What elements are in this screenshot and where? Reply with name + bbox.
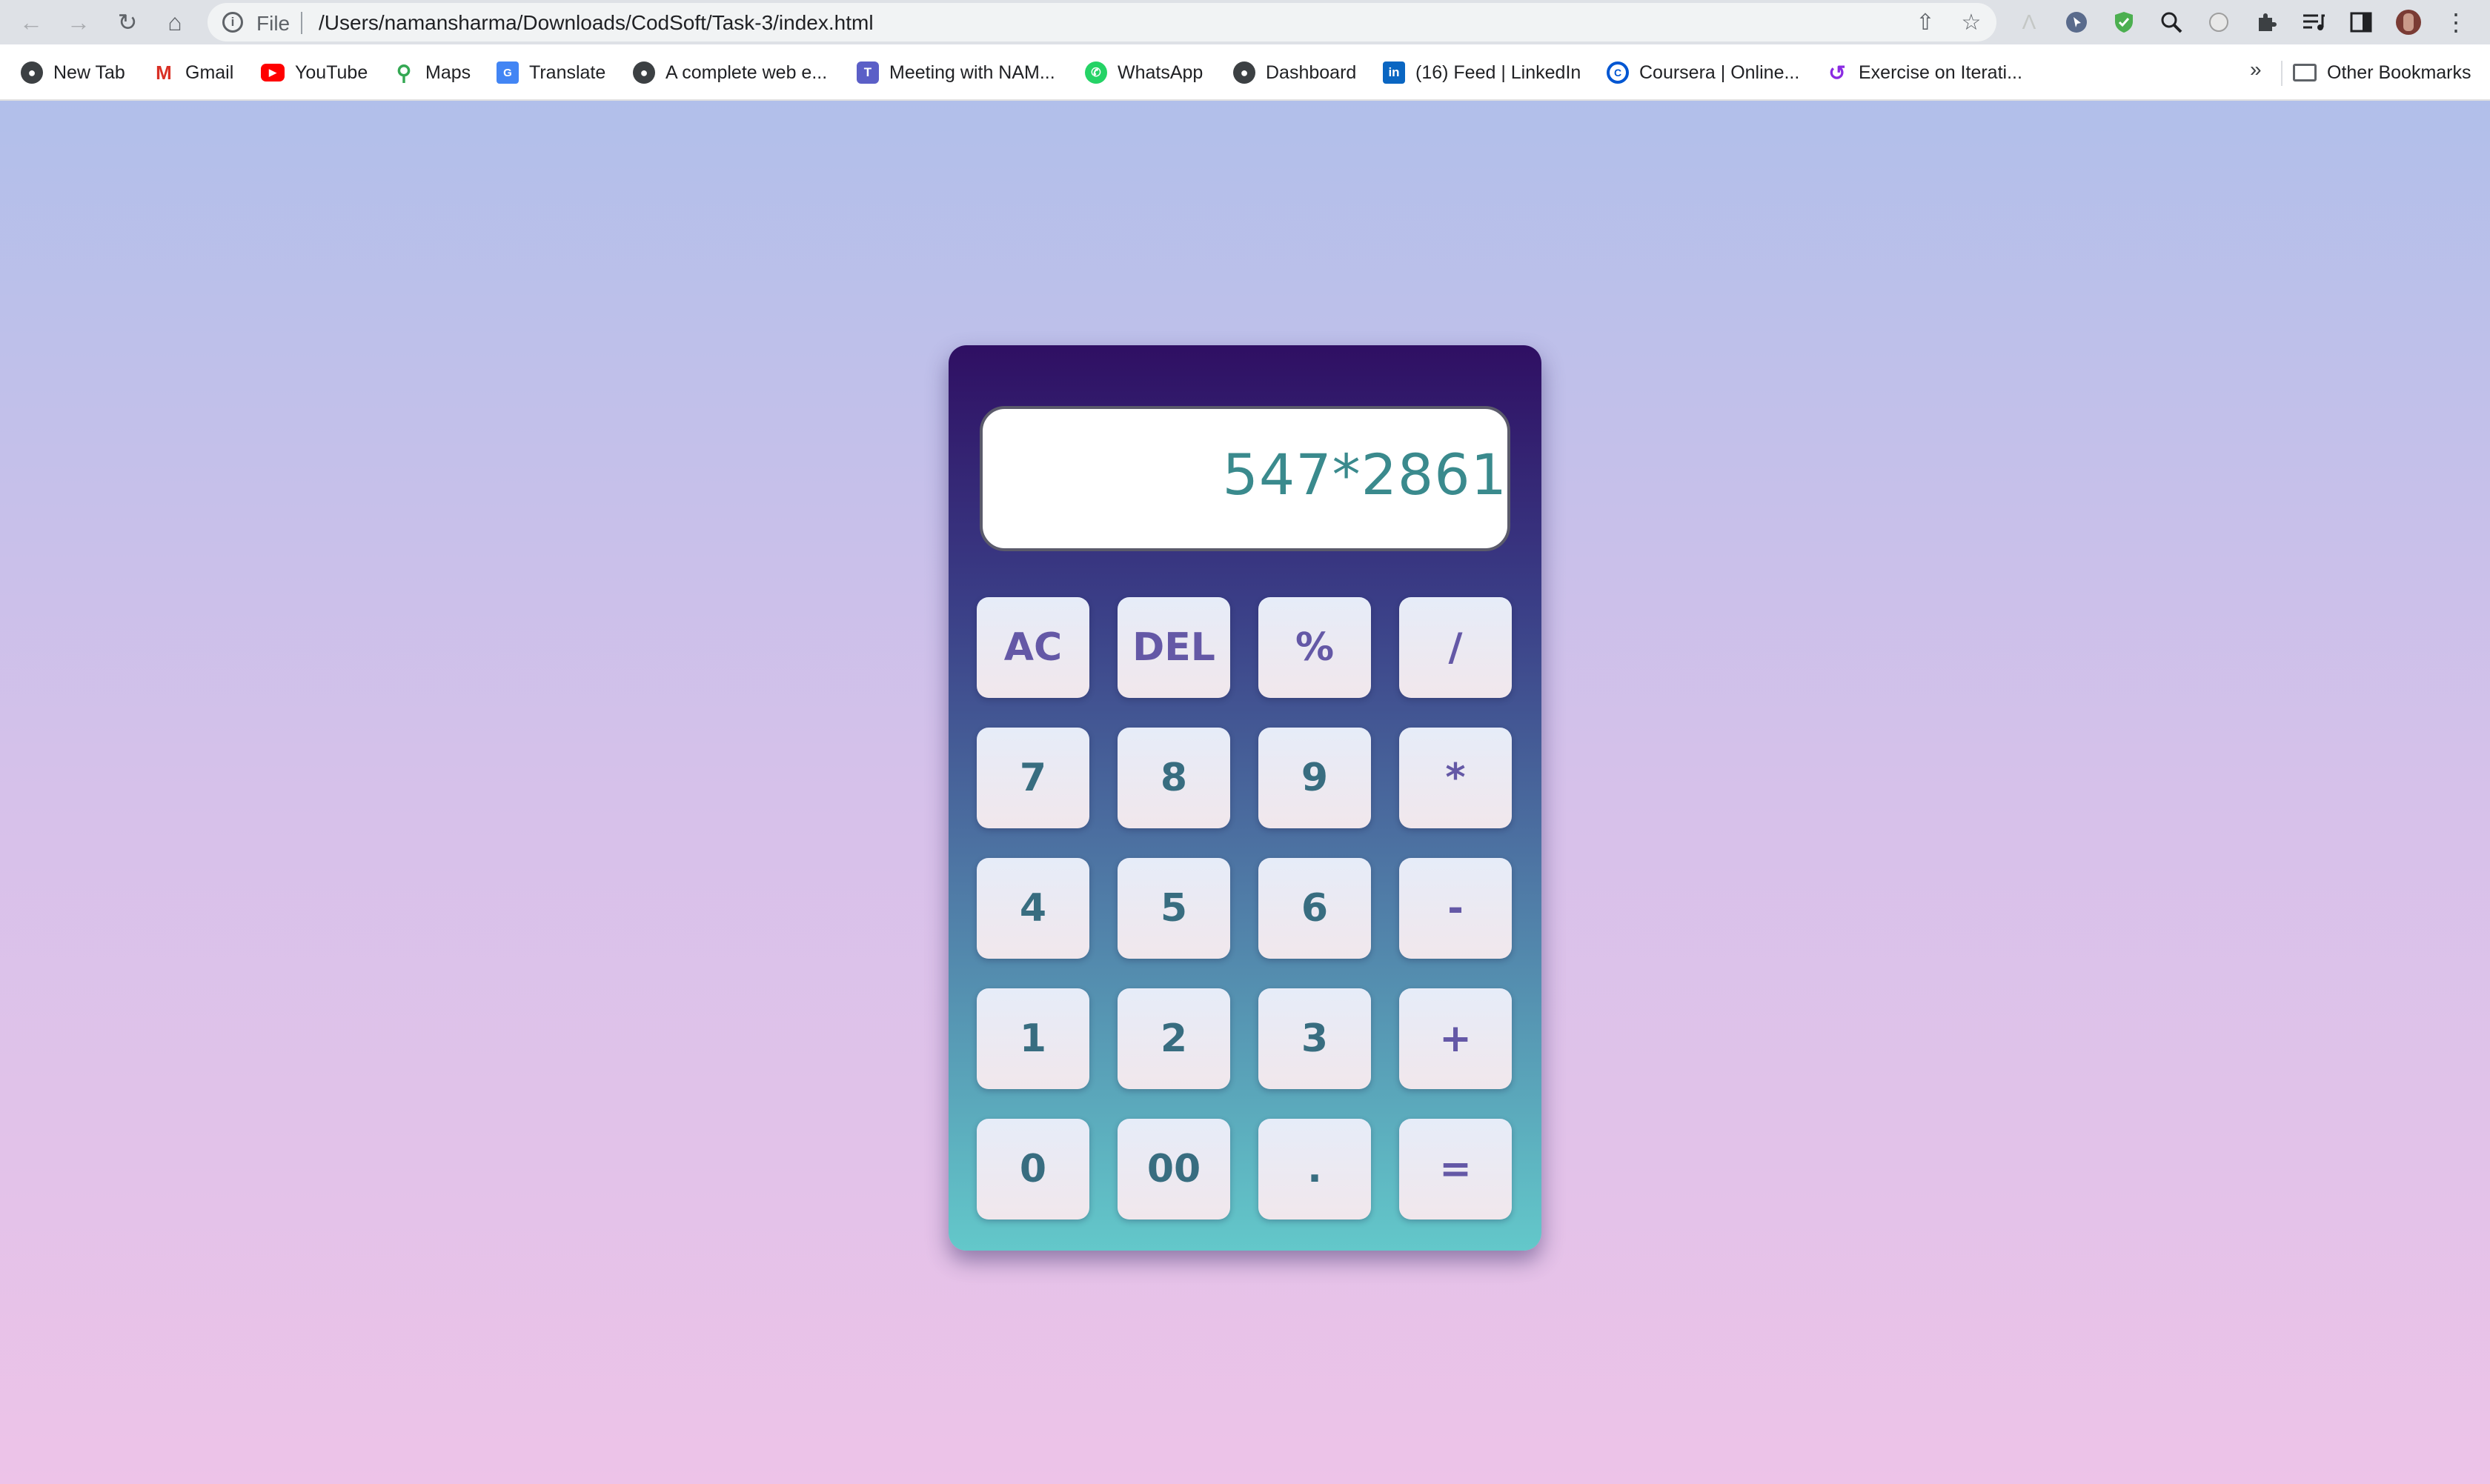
forward-arrow-icon[interactable]: → bbox=[62, 6, 95, 39]
bookmark-translate[interactable]: G Translate bbox=[497, 58, 605, 87]
bookmark-label: Coursera | Online... bbox=[1639, 61, 1800, 83]
url-scheme-label: File bbox=[256, 12, 290, 35]
bookmarks-bar: ● New Tab M Gmail ▶ YouTube ⚲ Maps G Tra… bbox=[0, 44, 2490, 101]
bookmark-label: New Tab bbox=[53, 61, 125, 83]
url-divider bbox=[301, 12, 302, 34]
extensions-puzzle-icon[interactable] bbox=[2253, 9, 2280, 36]
bookmark-label: A complete web e... bbox=[665, 61, 828, 83]
extension-cursor-icon[interactable] bbox=[2063, 9, 2090, 36]
extension-circle-icon[interactable] bbox=[2205, 9, 2232, 36]
equals-button[interactable]: = bbox=[1399, 1119, 1512, 1220]
browser-menu-icon[interactable]: ⋮ bbox=[2443, 9, 2469, 36]
exercise-icon: ↺ bbox=[1828, 61, 1846, 84]
digit-8-button[interactable]: 8 bbox=[1118, 728, 1230, 828]
multiply-button[interactable]: * bbox=[1399, 728, 1512, 828]
media-queue-icon[interactable] bbox=[2300, 9, 2327, 36]
digit-7-button[interactable]: 7 bbox=[977, 728, 1089, 828]
browser-toolbar: ← → ↻ ⌂ i File /Users/namansharma/Downlo… bbox=[0, 0, 2490, 44]
bookmark-maps[interactable]: ⚲ Maps bbox=[393, 58, 471, 87]
bookmark-label: Translate bbox=[529, 61, 606, 83]
bookmarks-divider bbox=[2281, 61, 2282, 86]
bookmark-gmail[interactable]: M Gmail bbox=[153, 58, 233, 87]
extension-a-icon[interactable]: Λ bbox=[2016, 9, 2042, 36]
decimal-point-button[interactable]: . bbox=[1258, 1119, 1371, 1220]
youtube-icon: ▶ bbox=[261, 64, 285, 81]
linkedin-icon: in bbox=[1383, 61, 1405, 84]
digit-3-button[interactable]: 3 bbox=[1258, 988, 1371, 1089]
globe-icon: ● bbox=[21, 61, 43, 84]
calculator-display: 547*2861 bbox=[980, 406, 1510, 551]
bookmark-exercise[interactable]: ↺ Exercise on Iterati... bbox=[1826, 58, 2022, 87]
subtract-button[interactable]: - bbox=[1399, 858, 1512, 959]
add-button[interactable]: + bbox=[1399, 988, 1512, 1089]
bookmark-label: WhatsApp bbox=[1118, 61, 1204, 83]
double-zero-button[interactable]: 00 bbox=[1118, 1119, 1230, 1220]
percent-button[interactable]: % bbox=[1258, 597, 1371, 698]
digit-9-button[interactable]: 9 bbox=[1258, 728, 1371, 828]
bookmark-dashboard[interactable]: ● Dashboard bbox=[1233, 58, 1356, 87]
display-value: 547*2861 bbox=[1222, 442, 1507, 508]
page-background: 547*2861 AC DEL % / 7 8 9 * 4 5 6 - 1 2 … bbox=[0, 101, 2490, 1484]
ac-button[interactable]: AC bbox=[977, 597, 1089, 698]
bookmark-youtube[interactable]: ▶ YouTube bbox=[261, 58, 368, 87]
digit-0-button[interactable]: 0 bbox=[977, 1119, 1089, 1220]
address-bar[interactable]: i File /Users/namansharma/Downloads/CodS… bbox=[208, 3, 1996, 41]
digit-5-button[interactable]: 5 bbox=[1118, 858, 1230, 959]
whatsapp-icon: ✆ bbox=[1085, 61, 1107, 84]
digit-1-button[interactable]: 1 bbox=[977, 988, 1089, 1089]
bookmark-label: Maps bbox=[425, 61, 471, 83]
back-arrow-icon[interactable]: ← bbox=[15, 6, 47, 39]
bookmark-label: Gmail bbox=[185, 61, 234, 83]
site-info-icon[interactable]: i bbox=[222, 12, 243, 33]
globe-icon: ● bbox=[1233, 61, 1255, 84]
shield-icon[interactable] bbox=[2111, 9, 2137, 36]
divide-button[interactable]: / bbox=[1399, 597, 1512, 698]
side-panel-icon[interactable] bbox=[2348, 9, 2374, 36]
bookmark-label: YouTube bbox=[295, 61, 368, 83]
maps-icon: ⚲ bbox=[396, 61, 412, 84]
bookmarks-overflow-button[interactable]: » bbox=[2250, 58, 2262, 81]
zoom-search-icon[interactable] bbox=[2158, 9, 2185, 36]
digit-6-button[interactable]: 6 bbox=[1258, 858, 1371, 959]
folder-icon bbox=[2293, 64, 2317, 81]
bookmark-meeting[interactable]: T Meeting with NAM... bbox=[857, 58, 1055, 87]
bookmark-linkedin[interactable]: in (16) Feed | LinkedIn bbox=[1383, 58, 1581, 87]
url-text[interactable]: /Users/namansharma/Downloads/CodSoft/Tas… bbox=[319, 11, 874, 35]
digit-2-button[interactable]: 2 bbox=[1118, 988, 1230, 1089]
bookmark-label: Exercise on Iterati... bbox=[1859, 61, 2022, 83]
digit-4-button[interactable]: 4 bbox=[977, 858, 1089, 959]
translate-icon: G bbox=[497, 61, 519, 84]
bookmark-whatsapp[interactable]: ✆ WhatsApp bbox=[1085, 58, 1203, 87]
coursera-icon: C bbox=[1607, 61, 1629, 84]
profile-avatar[interactable] bbox=[2395, 9, 2422, 36]
bookmark-label: Meeting with NAM... bbox=[889, 61, 1055, 83]
other-bookmarks[interactable]: Other Bookmarks bbox=[2293, 58, 2471, 87]
bookmark-label: (16) Feed | LinkedIn bbox=[1415, 61, 1581, 83]
bookmark-coursera[interactable]: C Coursera | Online... bbox=[1607, 58, 1799, 87]
calculator: 547*2861 AC DEL % / 7 8 9 * 4 5 6 - 1 2 … bbox=[949, 345, 1541, 1251]
bookmark-star-icon[interactable]: ☆ bbox=[1958, 9, 1985, 36]
bookmark-label: Dashboard bbox=[1266, 61, 1357, 83]
globe-icon: ● bbox=[633, 61, 655, 84]
bookmark-complete-web[interactable]: ● A complete web e... bbox=[633, 58, 827, 87]
gmail-icon: M bbox=[156, 61, 172, 84]
bookmark-new-tab[interactable]: ● New Tab bbox=[21, 58, 125, 87]
teams-icon: T bbox=[857, 61, 879, 84]
share-icon[interactable]: ⇧ bbox=[1912, 9, 1939, 36]
other-bookmarks-label: Other Bookmarks bbox=[2327, 61, 2471, 83]
del-button[interactable]: DEL bbox=[1118, 597, 1230, 698]
reload-icon[interactable]: ↻ bbox=[111, 6, 144, 39]
home-icon[interactable]: ⌂ bbox=[159, 6, 191, 39]
